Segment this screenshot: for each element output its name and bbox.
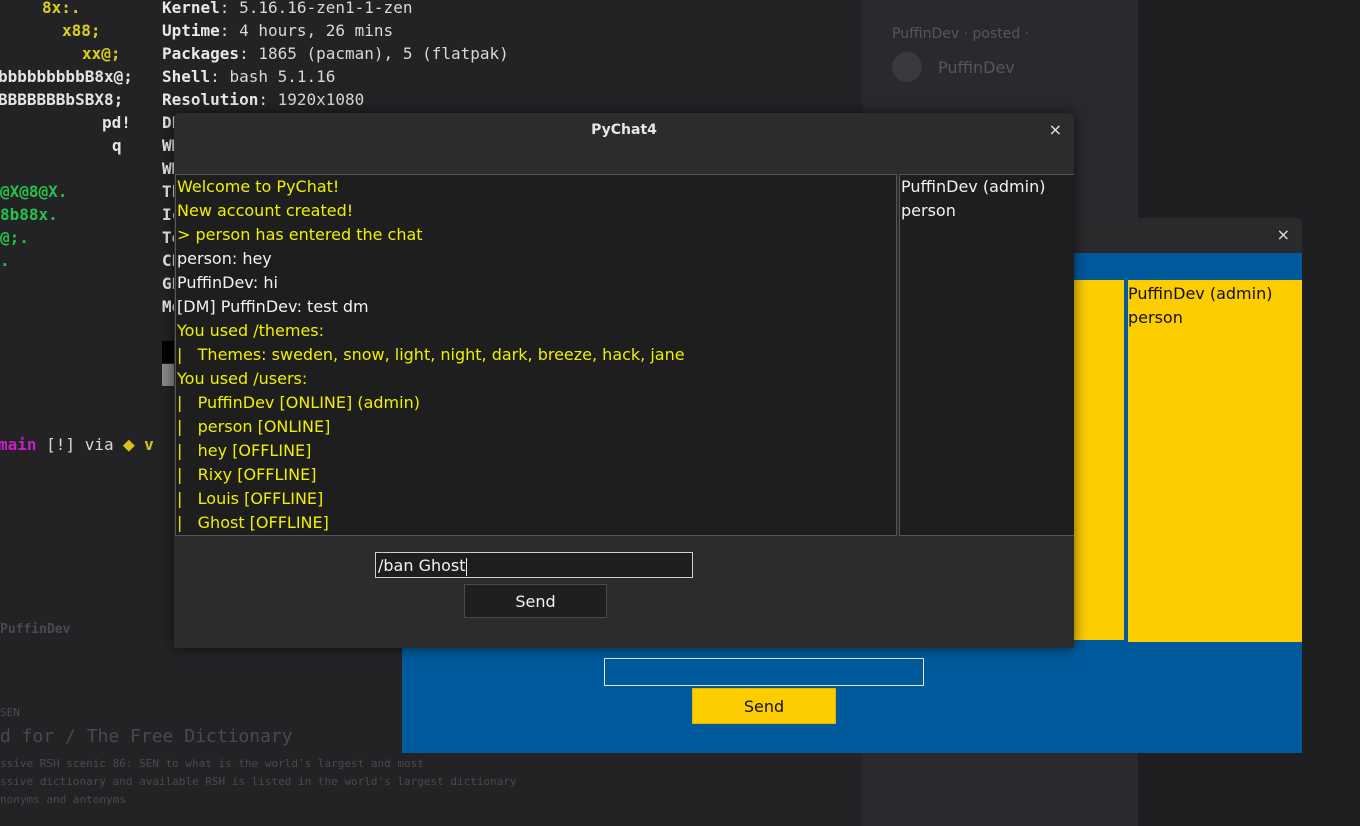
faded-line: ssive dictionary and available RSH is li… [0,775,517,788]
user-list-item[interactable]: PuffinDev (admin) [900,175,1074,199]
sysinfo-line: Shell: bash 5.1.16 [162,67,336,86]
sysinfo-line: Kernel: 5.16.16-zen1-1-zen [162,0,413,17]
close-icon[interactable]: × [1277,225,1290,244]
ascii-art-line: x88; [62,21,101,40]
faded-heading: d for / The Free Dictionary [0,726,293,747]
chat-message: | Rixy [OFFLINE] [177,465,317,484]
faded-author: PuffinDev [0,622,71,637]
chat-message: | Ghost [OFFLINE] [177,513,329,532]
ascii-art-line: 8x:. [42,0,81,17]
ascii-art-line: pd! [102,113,131,132]
color-block [162,341,174,363]
panel-author: PuffinDev [938,58,1015,77]
chat-message: PuffinDev: hi [177,273,278,292]
shell-prompt: main [!] via ⬥ v [0,435,154,454]
chat-message: Welcome to PyChat! [177,177,340,196]
ascii-art-line: xx@; [82,44,121,63]
send-button[interactable]: Send [692,688,836,724]
user-list: PuffinDev (admin) person [899,174,1074,536]
chat-log: Welcome to PyChat! New account created! … [175,174,897,536]
message-input[interactable] [604,658,924,686]
message-input-value: /ban Ghost [378,556,466,575]
ascii-art-line: BBBBBBBbSBX8; [0,90,124,109]
color-block [162,364,174,386]
sysinfo-line: Packages: 1865 (pacman), 5 (flatpak) [162,44,509,63]
text-cursor [465,557,467,576]
title-bar[interactable]: PyChat4 × [174,113,1074,148]
faded-line: ssive RSH scenic 86: SEN to what is the … [0,757,424,770]
chat-message: [DM] PuffinDev: test dm [177,297,369,316]
sysinfo-line: Resolution: 1920x1080 [162,90,365,109]
chat-message: > person has entered the chat [177,225,423,244]
chat-message: You used /themes: [177,321,325,340]
send-button[interactable]: Send [464,584,607,618]
panel-header: PuffinDev · posted · [892,26,1030,42]
sysinfo-line: Uptime: 4 hours, 26 mins [162,21,394,40]
chat-window-main[interactable]: PyChat4 × Welcome to PyChat! New account… [174,113,1074,648]
chat-message: | PuffinDev [ONLINE] (admin) [177,393,420,412]
avatar [892,52,922,82]
user-list: PuffinDev (admin) person [1128,280,1302,642]
message-input[interactable]: /ban Ghost [375,552,693,578]
user-list-item[interactable]: PuffinDev (admin) [1128,282,1302,306]
faded-label: SEN [0,706,20,719]
faded-line: nonyms and antonyms [0,793,126,806]
chat-message: | Themes: sweden, snow, light, night, da… [177,345,685,364]
ascii-art-line: @;. [0,228,29,247]
chat-message: You used /users: [177,369,308,388]
close-icon[interactable]: × [1049,113,1062,147]
chat-message: | hey [OFFLINE] [177,441,312,460]
user-list-item[interactable]: person [900,199,1074,223]
window-title: PyChat4 [591,122,657,138]
user-list-item[interactable]: person [1128,306,1302,330]
chat-message: | Louis [OFFLINE] [177,489,324,508]
ascii-art-line: . [0,251,10,270]
ascii-art-line: @X@8@X. [0,182,68,201]
chat-message: New account created! [177,201,354,220]
chat-message: | person [ONLINE] [177,417,331,436]
ascii-art-line: 8b88x. [0,205,58,224]
ascii-art-line: q [112,136,122,155]
ascii-art-line: bbbbbbbbbB8x@; [0,67,133,86]
chat-message: person: hey [177,249,272,268]
